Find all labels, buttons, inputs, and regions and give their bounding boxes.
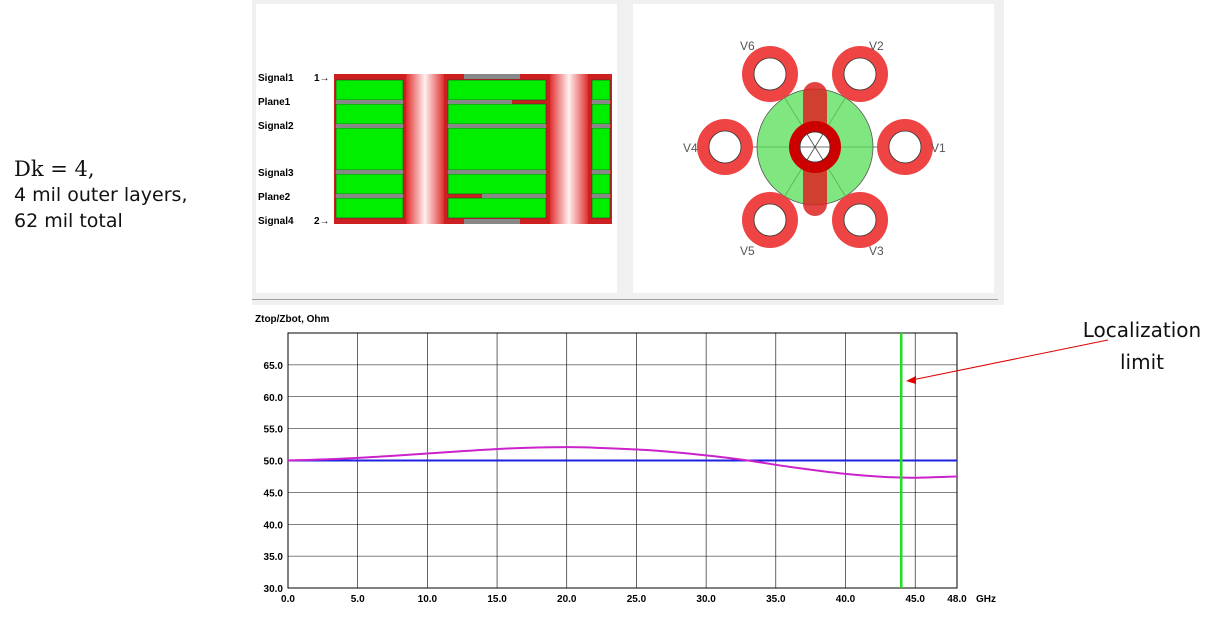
x-tick-label: 35.0 [766,594,786,605]
x-axis-unit: GHz [976,594,996,605]
via-barrel-left [406,74,444,224]
y-tick-label: 55.0 [264,425,284,436]
app-frame: Signal1 Plane1 Signal2 Signal3 Plane2 Si… [252,0,1004,613]
localization-limit-callout: Localization limit [1062,314,1222,378]
x-tick-label: 48.0 [947,594,967,605]
via-label-v3: V3 [869,244,884,258]
x-tick-label: 20.0 [557,594,577,605]
total-thickness: 62 mil total [14,210,123,232]
x-tick-label: 5.0 [351,594,365,605]
via-label-v6: V6 [740,39,755,53]
x-tick-label: 45.0 [905,594,925,605]
callout-line-2: limit [1120,350,1164,374]
y-tick-label: 45.0 [264,488,284,499]
y-tick-label: 30.0 [264,584,284,595]
stackup-description: Dk = 4, 4 mil outer layers, 62 mil total [14,156,188,234]
outer-layer-thickness: 4 mil outer layers, [14,184,188,206]
x-tick-label: 40.0 [836,594,856,605]
impedance-chart-panel: Ztop/Zbot, Ohm 0.0 5.0 10.0 15.0 20.0 25.0 30.… [252,305,1004,613]
impedance-chart: Ztop/Zbot, Ohm 0.0 5.0 10.0 15.0 20.0 25.0 30.… [255,314,996,605]
x-tick-label: 0.0 [281,594,295,605]
stackup-drawing [334,74,612,224]
via-label-v4: V4 [683,141,698,155]
panel-separator [252,299,998,300]
via-label-v5: V5 [740,244,755,258]
y-tick-label: 40.0 [264,520,284,531]
y-tick-label: 60.0 [264,393,284,404]
y-axis-title: Ztop/Zbot, Ohm [255,314,330,325]
via-label-v1: V1 [931,141,946,155]
y-tick-label: 35.0 [264,552,284,563]
dk-value: Dk = 4, [14,157,95,181]
x-tick-label: 10.0 [418,594,438,605]
x-tick-label: 15.0 [487,594,507,605]
via-label-v2: V2 [869,39,884,53]
y-tick-label: 65.0 [264,361,284,372]
x-tick-label: 30.0 [696,594,716,605]
via-top-view-panel: V1 V2 V3 V4 V5 V6 [633,4,994,293]
y-tick-label: 50.0 [264,457,284,468]
x-tick-label: 25.0 [627,594,647,605]
stackup-cross-section-panel: Signal1 Plane1 Signal2 Signal3 Plane2 Si… [256,4,617,293]
via-barrel-right [550,74,588,224]
callout-line-1: Localization [1082,318,1202,342]
